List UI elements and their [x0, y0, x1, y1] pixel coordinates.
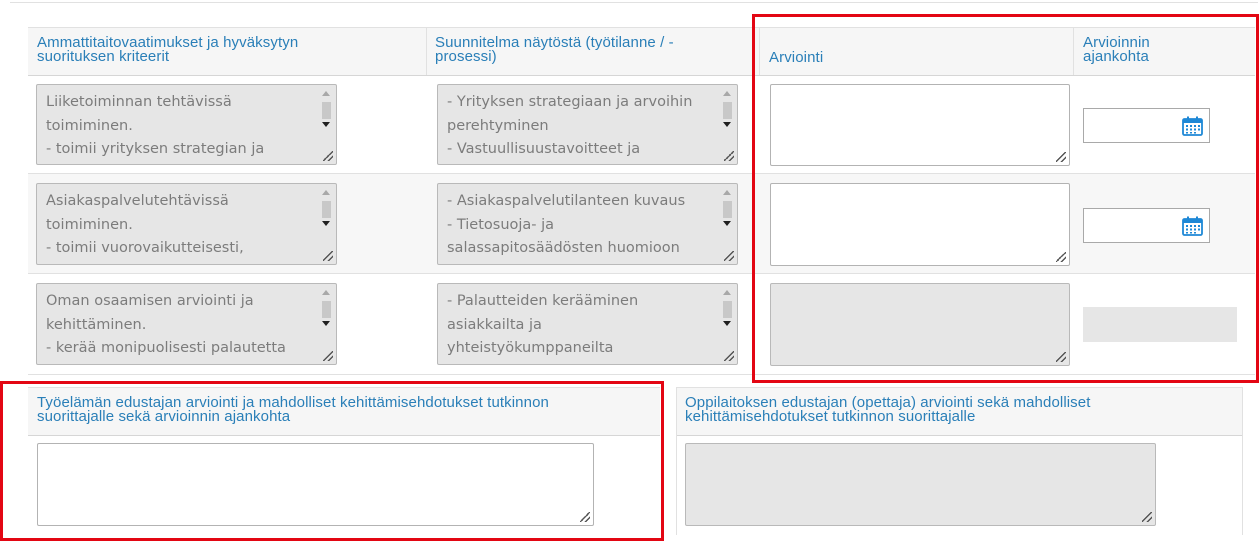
scroll-up-icon[interactable]	[322, 190, 330, 195]
plan-textarea[interactable]: - Palautteiden kerääminen asiakkailta ja…	[437, 283, 738, 365]
scroll-thumb[interactable]	[322, 102, 331, 119]
scroll-down-icon[interactable]	[322, 122, 330, 127]
scroll-thumb[interactable]	[723, 301, 732, 318]
highlight-box-assessment-columns	[752, 14, 1259, 383]
plan-text: - Yrityksen strategiaan ja arvoihin pere…	[447, 94, 693, 157]
highlight-box-employer-assessment	[0, 381, 664, 541]
resize-grip-icon[interactable]	[323, 151, 333, 161]
resize-grip-icon[interactable]	[724, 251, 734, 261]
scroll-up-icon[interactable]	[322, 290, 330, 295]
teacher-assessment-textarea-disabled	[685, 443, 1156, 526]
criteria-text: Asiakaspalvelutehtävissä toimiminen. - t…	[46, 193, 244, 256]
scroll-down-icon[interactable]	[723, 122, 731, 127]
scroll-up-icon[interactable]	[723, 91, 731, 96]
teacher-assessment-header: Oppilaitoksen edustajan (opettaja) arvio…	[685, 394, 1091, 425]
scroll-down-icon[interactable]	[322, 221, 330, 226]
resize-grip-icon	[1142, 512, 1152, 522]
criteria-text: Oman osaamisen arviointi ja kehittäminen…	[46, 293, 286, 356]
column-header-criteria: Ammattitaitovaatimukset ja hyväksytyn su…	[37, 34, 299, 65]
scroll-up-icon[interactable]	[322, 91, 330, 96]
scroll-down-icon[interactable]	[723, 321, 731, 326]
resize-grip-icon[interactable]	[724, 151, 734, 161]
scroll-down-icon[interactable]	[723, 221, 731, 226]
column-header-plan: Suunnitelma näytöstä (työtilanne / - pro…	[435, 34, 674, 65]
plan-textarea[interactable]: - Asiakaspalvelutilanteen kuvaus - Tieto…	[437, 183, 738, 265]
scroll-thumb[interactable]	[723, 201, 732, 218]
scroll-up-icon[interactable]	[723, 290, 731, 295]
resize-grip-icon[interactable]	[323, 251, 333, 261]
scroll-up-icon[interactable]	[723, 190, 731, 195]
resize-grip-icon[interactable]	[724, 351, 734, 361]
scroll-thumb[interactable]	[322, 201, 331, 218]
scroll-thumb[interactable]	[723, 102, 732, 119]
criteria-textarea[interactable]: Oman osaamisen arviointi ja kehittäminen…	[36, 283, 337, 365]
plan-textarea[interactable]: - Yrityksen strategiaan ja arvoihin pere…	[437, 84, 738, 165]
criteria-text: Liiketoiminnan tehtävissä toimiminen. - …	[46, 94, 265, 157]
scroll-thumb[interactable]	[322, 301, 331, 318]
criteria-textarea[interactable]: Liiketoiminnan tehtävissä toimiminen. - …	[36, 84, 337, 165]
plan-text: - Palautteiden kerääminen asiakkailta ja…	[447, 293, 639, 356]
resize-grip-icon[interactable]	[323, 351, 333, 361]
criteria-textarea[interactable]: Asiakaspalvelutehtävissä toimiminen. - t…	[36, 183, 337, 265]
plan-text: - Asiakaspalvelutilanteen kuvaus - Tieto…	[447, 193, 686, 256]
scroll-down-icon[interactable]	[322, 321, 330, 326]
